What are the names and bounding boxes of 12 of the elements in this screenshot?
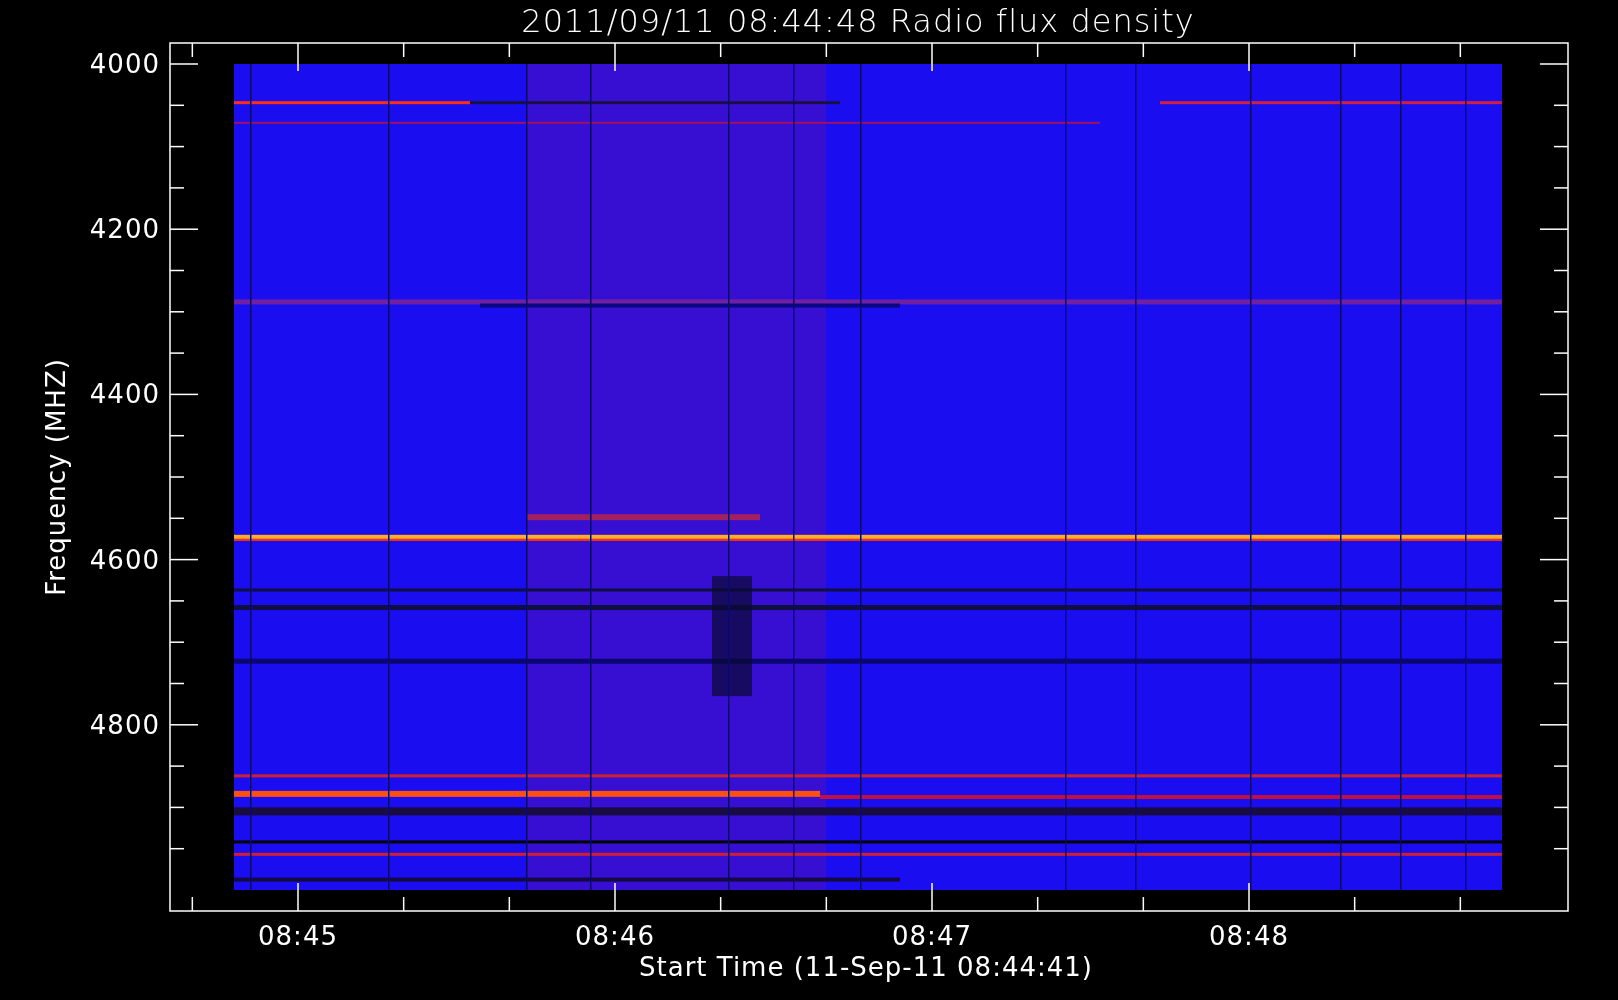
y-tick-label: 4800 <box>89 709 160 740</box>
x-tick-label: 08:48 <box>1209 921 1289 951</box>
x-axis-title: Start Time (11-Sep-11 08:44:41) <box>639 952 1093 982</box>
x-tick-label: 08:45 <box>258 921 338 951</box>
y-tick-label: 4000 <box>89 49 160 79</box>
y-tick-label: 4600 <box>89 544 160 575</box>
x-tick-label: 08:46 <box>575 921 655 951</box>
chart-title: 2011/09/11 08:44:48 Radio flux density <box>521 2 1195 40</box>
y-tick-label: 4200 <box>89 214 160 245</box>
y-axis-title: Frequency (MHZ) <box>41 358 71 596</box>
x-tick-label: 08:47 <box>892 921 972 951</box>
y-tick-label: 4400 <box>89 379 160 410</box>
